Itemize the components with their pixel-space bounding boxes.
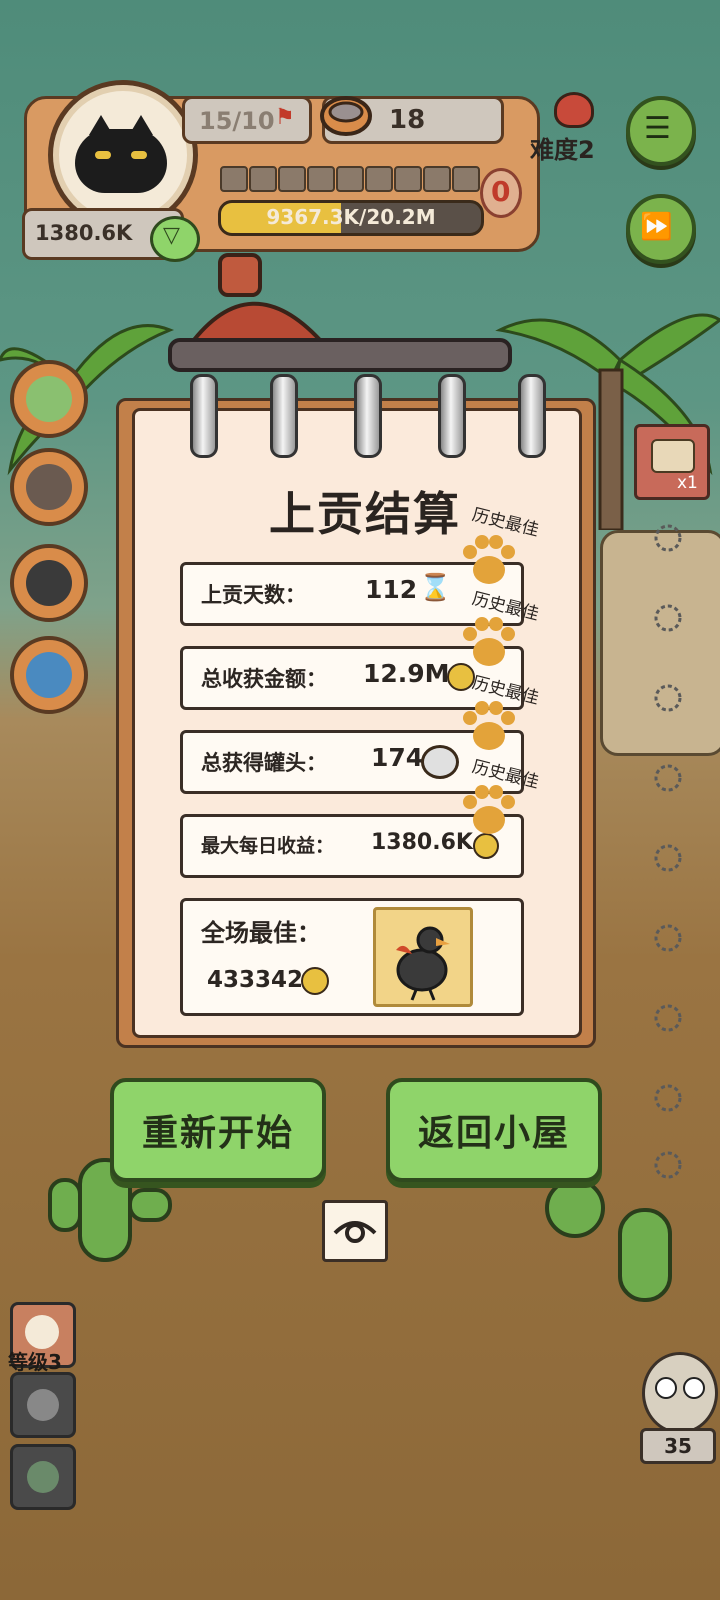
stat-label: 上贡天数： <box>201 583 306 607</box>
level-label: 等级3 <box>8 1350 62 1374</box>
paw-stamp-icon <box>463 535 515 584</box>
side-item-toy[interactable] <box>10 636 88 714</box>
helper-character[interactable]: 35 <box>636 1352 718 1464</box>
stat-value: 112 <box>365 575 418 604</box>
locked-slot[interactable] <box>10 1444 76 1510</box>
binder-ring <box>190 374 218 458</box>
hourglass-icon: ⌛ <box>419 573 452 603</box>
day-segment <box>220 166 248 192</box>
paw-stamp-icon <box>463 617 515 666</box>
owl-icon <box>642 1352 718 1434</box>
day-segment <box>307 166 335 192</box>
stat-label: 最大每日收益： <box>201 835 335 857</box>
binder-ring <box>270 374 298 458</box>
cat-food-bowl-icon <box>320 96 372 136</box>
locked-slot[interactable] <box>10 1372 76 1438</box>
stat-label: 总获得罐头： <box>201 751 327 775</box>
locked-frog-icon <box>27 1461 59 1493</box>
progress-counter-text: 0 <box>491 175 511 208</box>
level-cat-icon <box>25 1315 59 1349</box>
scroll-icon <box>651 439 695 473</box>
expand-button[interactable]: ▽ <box>150 216 200 262</box>
day-segment <box>278 166 306 192</box>
fast-forward-icon: ⏩ <box>640 212 673 242</box>
day-segment <box>423 166 451 192</box>
toy-icon <box>26 652 72 698</box>
right-item-slot[interactable]: x1 <box>634 424 710 500</box>
stat-value: 174 <box>371 743 424 772</box>
binder-ring <box>438 374 466 458</box>
mvp-label: 全场最佳： <box>201 919 321 947</box>
eye-icon <box>333 1221 377 1243</box>
level-progress-text: 15/10 <box>199 107 275 135</box>
day-segment <box>336 166 364 192</box>
mvp-character-card[interactable] <box>373 907 473 1007</box>
paw-stamp-icon <box>463 785 515 834</box>
day-segment <box>249 166 277 192</box>
black-cat-icon <box>75 115 167 193</box>
restart-button[interactable]: 重新开始 <box>110 1078 326 1182</box>
binder-ring <box>354 374 382 458</box>
mvp-value: 433342 <box>207 967 304 993</box>
bowl-icon <box>26 464 72 510</box>
side-item-handbook[interactable] <box>10 360 88 438</box>
binder-ring <box>518 374 546 458</box>
menu-button[interactable]: ☰ <box>626 96 696 166</box>
back-home-button[interactable]: 返回小屋 <box>386 1078 602 1182</box>
slot-markers <box>654 524 682 1179</box>
can-icon <box>421 745 459 779</box>
paw-stamp-icon <box>463 701 515 750</box>
day-segment <box>452 166 480 192</box>
handbook-icon <box>26 376 72 422</box>
view-toggle-button[interactable] <box>322 1200 388 1262</box>
locked-cat-icon <box>27 1389 59 1421</box>
chevron-down-icon: ▽ <box>163 223 180 248</box>
stat-label: 总收获金额： <box>201 667 327 691</box>
difficulty-label: 难度2 <box>530 136 595 164</box>
gold-progress-text: 9367.3K/20.2M <box>266 205 436 229</box>
income-text: 1380.6K <box>35 221 133 245</box>
day-segment <box>394 166 422 192</box>
menu-list-icon: ☰ <box>644 111 671 146</box>
stat-value: 12.9M <box>363 659 450 688</box>
gold-progress-bar: 9367.3K/20.2M <box>218 200 484 236</box>
side-item-bowl[interactable] <box>10 448 88 526</box>
fast-forward-button[interactable]: ⏩ <box>626 194 696 264</box>
helper-counter-text: 35 <box>664 1434 692 1458</box>
helper-counter: 35 <box>640 1428 716 1464</box>
day-segment <box>365 166 393 192</box>
mvp-row: 全场最佳： 433342 <box>180 898 524 1016</box>
cans-count: 18 <box>389 105 426 135</box>
flag-icon: ⚑ <box>275 105 295 130</box>
gold-paw-coin-icon <box>301 967 329 995</box>
item-count: x1 <box>677 473 698 493</box>
level-progress-pill: 15/10 ⚑ <box>182 96 312 144</box>
progress-counter-badge: 0 <box>480 168 522 218</box>
rooster-character-icon <box>396 926 450 1001</box>
fire-icon <box>554 92 594 128</box>
side-item-collar[interactable] <box>10 544 88 622</box>
collar-icon <box>26 560 72 606</box>
